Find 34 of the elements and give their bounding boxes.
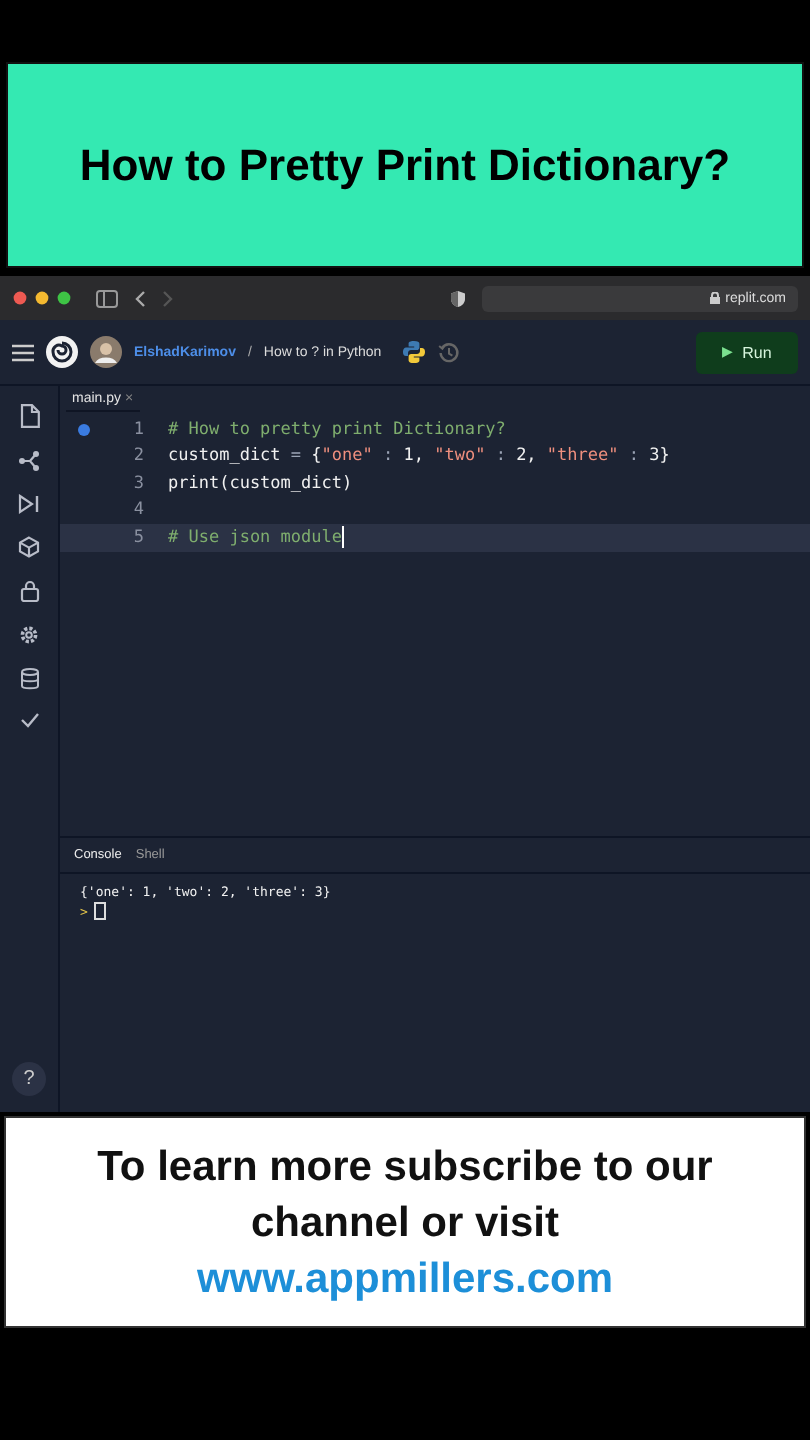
help-button[interactable]: ? <box>12 1062 46 1096</box>
cube-icon[interactable] <box>18 536 40 558</box>
back-icon[interactable] <box>134 289 146 307</box>
banner-title: How to Pretty Print Dictionary? <box>79 139 731 191</box>
code-line: custom_dict = {"one" : 1, "two" : 2, "three" : 3} <box>168 446 670 467</box>
lock-icon <box>709 292 720 304</box>
code-line: # Use json module <box>168 527 342 548</box>
run-step-icon[interactable] <box>18 494 40 514</box>
line-number: 5 <box>131 527 144 548</box>
settings-icon[interactable] <box>18 624 40 646</box>
code-line: # How to pretty print Dictionary? <box>168 419 506 440</box>
code-line: print(custom_dict) <box>168 473 353 494</box>
checkmark-icon[interactable] <box>19 712 39 728</box>
file-icon[interactable] <box>19 404 39 428</box>
sidebar-toggle-icon[interactable] <box>96 289 118 307</box>
subscribe-message: To learn more subscribe to our channel or visit <box>95 1141 715 1250</box>
python-logo-icon <box>401 340 426 364</box>
share-icon[interactable] <box>18 450 40 472</box>
line-number: 3 <box>131 473 144 494</box>
breakpoint-dot[interactable] <box>78 423 90 436</box>
line-number: 1 <box>131 419 144 440</box>
avatar-icon[interactable] <box>90 336 122 368</box>
lock-icon[interactable] <box>19 580 39 602</box>
website-link[interactable]: www.appmillers.com <box>196 1256 614 1305</box>
line-number: 4 <box>131 500 144 521</box>
line-number: 2 <box>131 446 144 467</box>
shield-icon[interactable] <box>450 289 466 307</box>
text-cursor <box>342 526 344 549</box>
menu-icon[interactable] <box>12 343 34 361</box>
database-icon[interactable] <box>19 668 39 690</box>
history-icon[interactable] <box>437 341 460 363</box>
window-controls-icon[interactable] <box>12 290 72 306</box>
spiral-logo-icon[interactable] <box>46 336 78 368</box>
input-cursor[interactable] <box>93 902 106 920</box>
